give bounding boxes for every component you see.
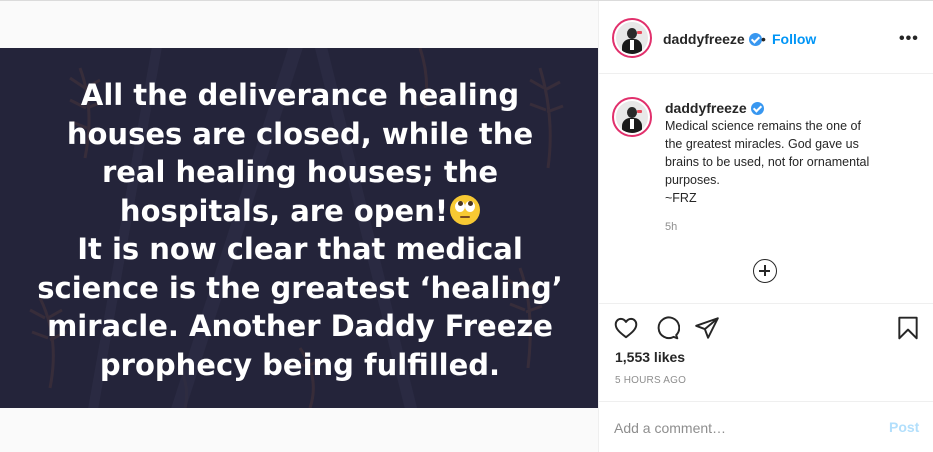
image-text-line: miracle. Another Daddy Freeze <box>47 309 553 343</box>
caption-line: ~FRZ <box>665 191 697 205</box>
post-image[interactable]: All the deliverance healing houses are c… <box>0 48 598 408</box>
verified-badge-icon <box>750 102 764 115</box>
post-timestamp[interactable]: 5 HOURS AGO <box>615 375 686 386</box>
post-header: daddyfreeze • Follow ••• <box>599 1 933 74</box>
comment-bar: Post <box>599 401 933 452</box>
caption-username-text: daddyfreeze <box>665 100 747 116</box>
image-text-line: real healing houses; the <box>101 155 499 189</box>
action-bar <box>599 303 933 351</box>
image-text-line: prophecy being fulfilled. <box>99 347 501 382</box>
media-panel: All the deliverance healing houses are c… <box>0 1 599 452</box>
caption-line: the greatest miracles. God gave us <box>665 137 859 151</box>
username-link[interactable]: daddyfreeze <box>663 31 762 47</box>
image-text-line: hospitals, are open! <box>119 193 449 228</box>
image-text-line-with-emoji: hospitals, are open! <box>20 192 580 231</box>
likes-count[interactable]: 1,553 likes <box>615 349 685 365</box>
caption-timestamp[interactable]: 5h <box>665 221 677 233</box>
caption-avatar[interactable] <box>612 97 652 137</box>
heart-icon[interactable] <box>613 315 639 341</box>
image-text-line: science is the greatest ‘healing’ <box>37 270 563 305</box>
image-text-line: All the deliverance healing <box>80 78 520 112</box>
avatar[interactable] <box>612 18 652 58</box>
caption-username-link[interactable]: daddyfreeze <box>665 99 915 117</box>
post-comment-button[interactable]: Post <box>889 419 919 435</box>
verified-badge-icon <box>748 33 762 46</box>
caption-line: brains to be used, not for ornamental <box>665 155 870 169</box>
comment-icon[interactable] <box>654 315 680 341</box>
post-sidebar: daddyfreeze • Follow ••• daddyfreeze Med… <box>599 1 933 452</box>
comment-input[interactable] <box>614 418 874 438</box>
instagram-post: All the deliverance healing houses are c… <box>0 0 933 452</box>
face-with-rolling-eyes-icon <box>450 194 481 225</box>
separator-dot: • <box>761 31 766 47</box>
image-text-line: It is now clear that medical <box>77 232 523 266</box>
more-options-icon[interactable]: ••• <box>899 30 919 48</box>
load-more-comments-icon[interactable] <box>753 259 777 283</box>
caption-line: Medical science remains the one of <box>665 119 861 133</box>
image-text-line: houses are closed, while the <box>66 116 534 151</box>
follow-button[interactable]: Follow <box>772 31 816 47</box>
username-text: daddyfreeze <box>663 31 745 47</box>
caption: daddyfreeze Medical science remains the … <box>665 99 915 207</box>
caption-line: purposes. <box>665 173 720 187</box>
share-icon[interactable] <box>694 315 720 341</box>
post-image-text: All the deliverance healing houses are c… <box>20 76 580 384</box>
bookmark-icon[interactable] <box>895 315 921 341</box>
